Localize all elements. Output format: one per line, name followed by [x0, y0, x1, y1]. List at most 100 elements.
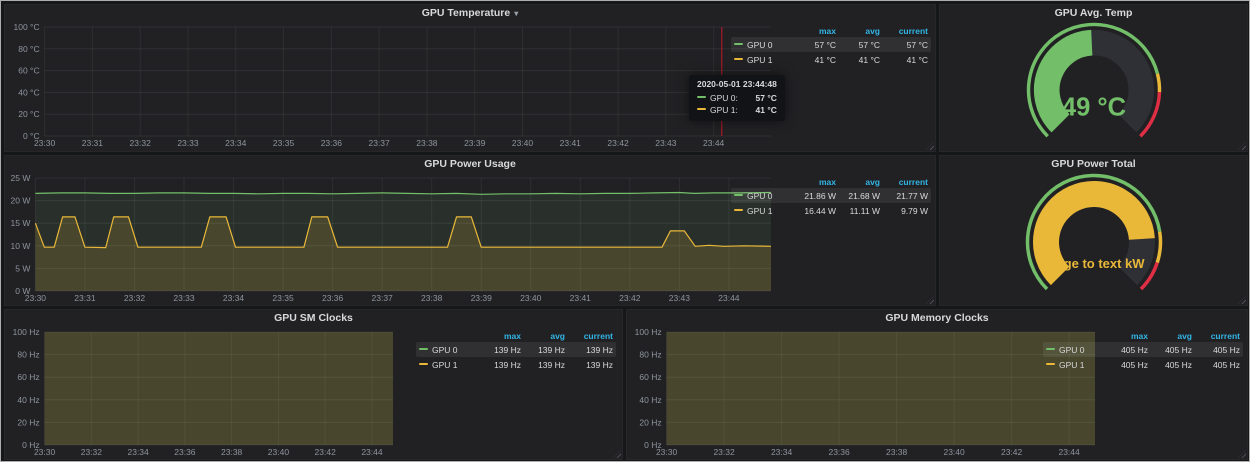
legend-series-toggle[interactable]: GPU 0 — [1046, 345, 1104, 355]
svg-text:range to text kW: range to text kW — [1043, 256, 1145, 271]
svg-text:60 Hz: 60 Hz — [17, 372, 39, 382]
legend-value: 57 °C — [880, 40, 928, 50]
svg-text:23:38: 23:38 — [221, 447, 243, 457]
legend-value: 139 Hz — [477, 345, 521, 355]
panel-title-gpu-temperature[interactable]: GPU Temperature▾ — [5, 5, 935, 21]
svg-text:20 °C: 20 °C — [18, 109, 39, 119]
panel-title-text: GPU Temperature — [422, 7, 511, 19]
panel-resize-handle[interactable] — [926, 296, 934, 304]
svg-text:23:40: 23:40 — [268, 447, 290, 457]
tooltip-row: GPU 1:41 °C — [697, 104, 777, 116]
panel-resize-handle[interactable] — [613, 450, 621, 458]
svg-text:23:39: 23:39 — [464, 138, 486, 148]
panel-gpu-power-usage: GPU Power Usage 0 W5 W10 W15 W20 W25 W23… — [4, 155, 936, 306]
panel-resize-handle[interactable] — [926, 142, 934, 150]
legend-header[interactable]: avg — [836, 177, 880, 187]
legend-header-row: maxavgcurrent — [731, 175, 931, 188]
svg-text:80 °C: 80 °C — [18, 44, 39, 54]
legend-header[interactable]: max — [1104, 331, 1148, 341]
legend-value: 41 °C — [792, 55, 836, 65]
legend-header[interactable]: max — [792, 177, 836, 187]
panel-title-text: GPU SM Clocks — [274, 312, 353, 324]
legend-series-toggle[interactable]: GPU 1 — [734, 206, 792, 216]
legend-series-toggle[interactable]: GPU 1 — [734, 55, 792, 65]
svg-text:20 Hz: 20 Hz — [17, 417, 39, 427]
series-color-dash-icon — [697, 108, 706, 110]
legend-value: 9.79 W — [880, 206, 928, 216]
legend-header[interactable]: max — [792, 26, 836, 36]
legend-series-toggle[interactable]: GPU 0 — [734, 191, 792, 201]
panel-title-gpu-memory-clocks[interactable]: GPU Memory Clocks — [627, 310, 1247, 326]
legend-header-row: maxavgcurrent — [731, 24, 931, 37]
gpu-power-usage-legend: maxavgcurrentGPU 021.86 W21.68 W21.77 WG… — [731, 175, 931, 218]
legend-header[interactable]: avg — [1148, 331, 1192, 341]
svg-text:23:34: 23:34 — [223, 293, 245, 303]
svg-text:23:40: 23:40 — [512, 138, 534, 148]
panel-resize-handle[interactable] — [1238, 450, 1246, 458]
panel-title-gpu-power-usage[interactable]: GPU Power Usage — [5, 156, 935, 172]
gpu-memory-clocks-legend: maxavgcurrentGPU 0405 Hz405 Hz405 HzGPU … — [1043, 329, 1243, 372]
legend-value: 139 Hz — [565, 345, 613, 355]
svg-text:23:40: 23:40 — [943, 447, 965, 457]
svg-text:20 Hz: 20 Hz — [639, 417, 661, 427]
svg-text:23:37: 23:37 — [368, 138, 390, 148]
svg-text:23:31: 23:31 — [82, 138, 104, 148]
series-color-dash-icon — [734, 194, 743, 196]
svg-text:23:32: 23:32 — [130, 138, 152, 148]
panel-title-gpu-sm-clocks[interactable]: GPU SM Clocks — [5, 310, 622, 326]
gpu-memory-clocks-chart[interactable]: 0 Hz20 Hz40 Hz60 Hz80 Hz100 Hz23:3023:32… — [629, 326, 1101, 458]
svg-text:23:30: 23:30 — [25, 293, 47, 303]
legend-series-toggle[interactable]: GPU 1 — [419, 360, 477, 370]
gpu-avg-temp-gauge: 49 °C — [944, 21, 1244, 151]
gpu-temperature-chart[interactable]: 0 °C20 °C40 °C60 °C80 °C100 °C23:3023:31… — [7, 21, 777, 149]
legend-header[interactable]: current — [1192, 331, 1240, 341]
panel-title-gpu-avg-temp[interactable]: GPU Avg. Temp — [940, 5, 1247, 21]
svg-text:23:42: 23:42 — [315, 447, 337, 457]
legend-header[interactable]: max — [477, 331, 521, 341]
legend-value: 139 Hz — [565, 360, 613, 370]
legend-header[interactable]: current — [880, 177, 928, 187]
panel-title-text: GPU Avg. Temp — [1055, 7, 1133, 19]
legend-value: 405 Hz — [1148, 360, 1192, 370]
panel-title-gpu-power-total[interactable]: GPU Power Total — [940, 156, 1247, 172]
svg-text:23:34: 23:34 — [127, 447, 149, 457]
svg-text:23:30: 23:30 — [34, 447, 56, 457]
legend-row: GPU 021.86 W21.68 W21.77 W — [731, 188, 931, 203]
panel-gpu-avg-temp: GPU Avg. Temp 49 °C — [939, 4, 1248, 152]
gpu-sm-clocks-chart[interactable]: 0 Hz20 Hz40 Hz60 Hz80 Hz100 Hz23:3023:32… — [7, 326, 399, 458]
svg-text:23:38: 23:38 — [421, 293, 443, 303]
legend-header[interactable]: current — [880, 26, 928, 36]
svg-text:100 Hz: 100 Hz — [13, 327, 40, 337]
legend-value: 57 °C — [836, 40, 880, 50]
legend-header[interactable]: avg — [836, 26, 880, 36]
svg-text:23:33: 23:33 — [177, 138, 199, 148]
svg-text:10 W: 10 W — [11, 241, 31, 251]
panel-gpu-memory-clocks: GPU Memory Clocks 0 Hz20 Hz40 Hz60 Hz80 … — [626, 309, 1248, 460]
legend-header[interactable]: current — [565, 331, 613, 341]
svg-text:23:42: 23:42 — [1001, 447, 1023, 457]
legend-series-toggle[interactable]: GPU 0 — [419, 345, 477, 355]
series-color-dash-icon — [419, 363, 428, 365]
svg-text:23:42: 23:42 — [619, 293, 641, 303]
series-color-dash-icon — [419, 348, 428, 350]
legend-header-row: maxavgcurrent — [416, 329, 616, 342]
panel-menu-caret-icon[interactable]: ▾ — [514, 9, 518, 18]
svg-text:23:32: 23:32 — [81, 447, 103, 457]
panel-gpu-power-total: GPU Power Total range to text kW — [939, 155, 1248, 306]
svg-text:23:43: 23:43 — [669, 293, 691, 303]
series-color-dash-icon — [734, 209, 743, 211]
legend-header[interactable]: avg — [521, 331, 565, 341]
gpu-power-usage-chart[interactable]: 0 W5 W10 W15 W20 W25 W23:3023:3123:3223:… — [7, 172, 777, 304]
legend-value: 139 Hz — [521, 345, 565, 355]
legend-series-toggle[interactable]: GPU 1 — [1046, 360, 1104, 370]
gpu-temperature-legend: maxavgcurrentGPU 057 °C57 °C57 °CGPU 141… — [731, 24, 931, 67]
legend-value: 405 Hz — [1148, 345, 1192, 355]
svg-text:23:33: 23:33 — [173, 293, 195, 303]
tooltip-series-value: 57 °C — [744, 93, 777, 103]
tooltip-row: GPU 0:57 °C — [697, 92, 777, 104]
legend-value: 57 °C — [792, 40, 836, 50]
legend-value: 21.77 W — [880, 191, 928, 201]
svg-text:23:43: 23:43 — [655, 138, 677, 148]
legend-value: 139 Hz — [477, 360, 521, 370]
legend-series-toggle[interactable]: GPU 0 — [734, 40, 792, 50]
